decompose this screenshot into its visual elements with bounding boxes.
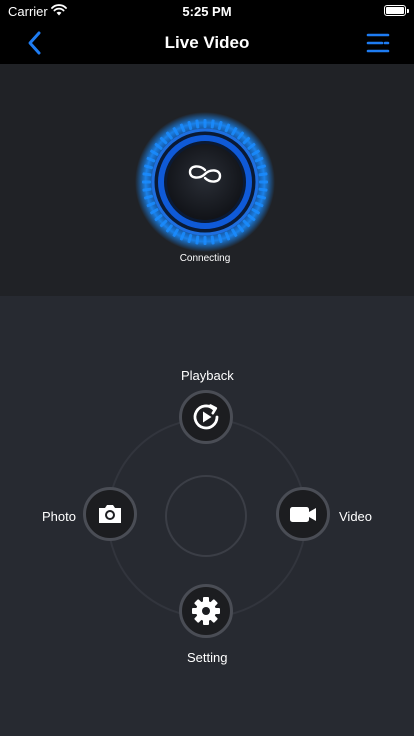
setting-label: Setting bbox=[187, 650, 228, 665]
playback-icon bbox=[193, 404, 219, 430]
connecting-indicator bbox=[135, 112, 275, 252]
playback-label: Playback bbox=[181, 368, 234, 383]
video-label: Video bbox=[339, 509, 373, 524]
playback-button[interactable] bbox=[179, 390, 233, 444]
battery-icon bbox=[384, 5, 409, 16]
gear-icon bbox=[192, 597, 220, 625]
connecting-label: Connecting bbox=[179, 253, 231, 264]
pad-center bbox=[165, 475, 247, 557]
setting-button[interactable] bbox=[179, 584, 233, 638]
video-button[interactable] bbox=[276, 487, 330, 541]
photo-button[interactable] bbox=[83, 487, 137, 541]
menu-lines-icon[interactable] bbox=[364, 30, 392, 56]
status-bar: Carrier 5:25 PM bbox=[0, 0, 414, 22]
video-camera-icon bbox=[290, 507, 316, 522]
video-preview: Connecting bbox=[0, 64, 414, 296]
nav-bar: Live Video bbox=[0, 22, 414, 64]
control-pad: Playback Photo Video Setting bbox=[0, 296, 414, 736]
photo-label: Photo bbox=[42, 509, 76, 524]
page-title: Live Video bbox=[164, 33, 250, 52]
camera-icon bbox=[99, 505, 121, 523]
clock: 5:25 PM bbox=[182, 4, 232, 19]
